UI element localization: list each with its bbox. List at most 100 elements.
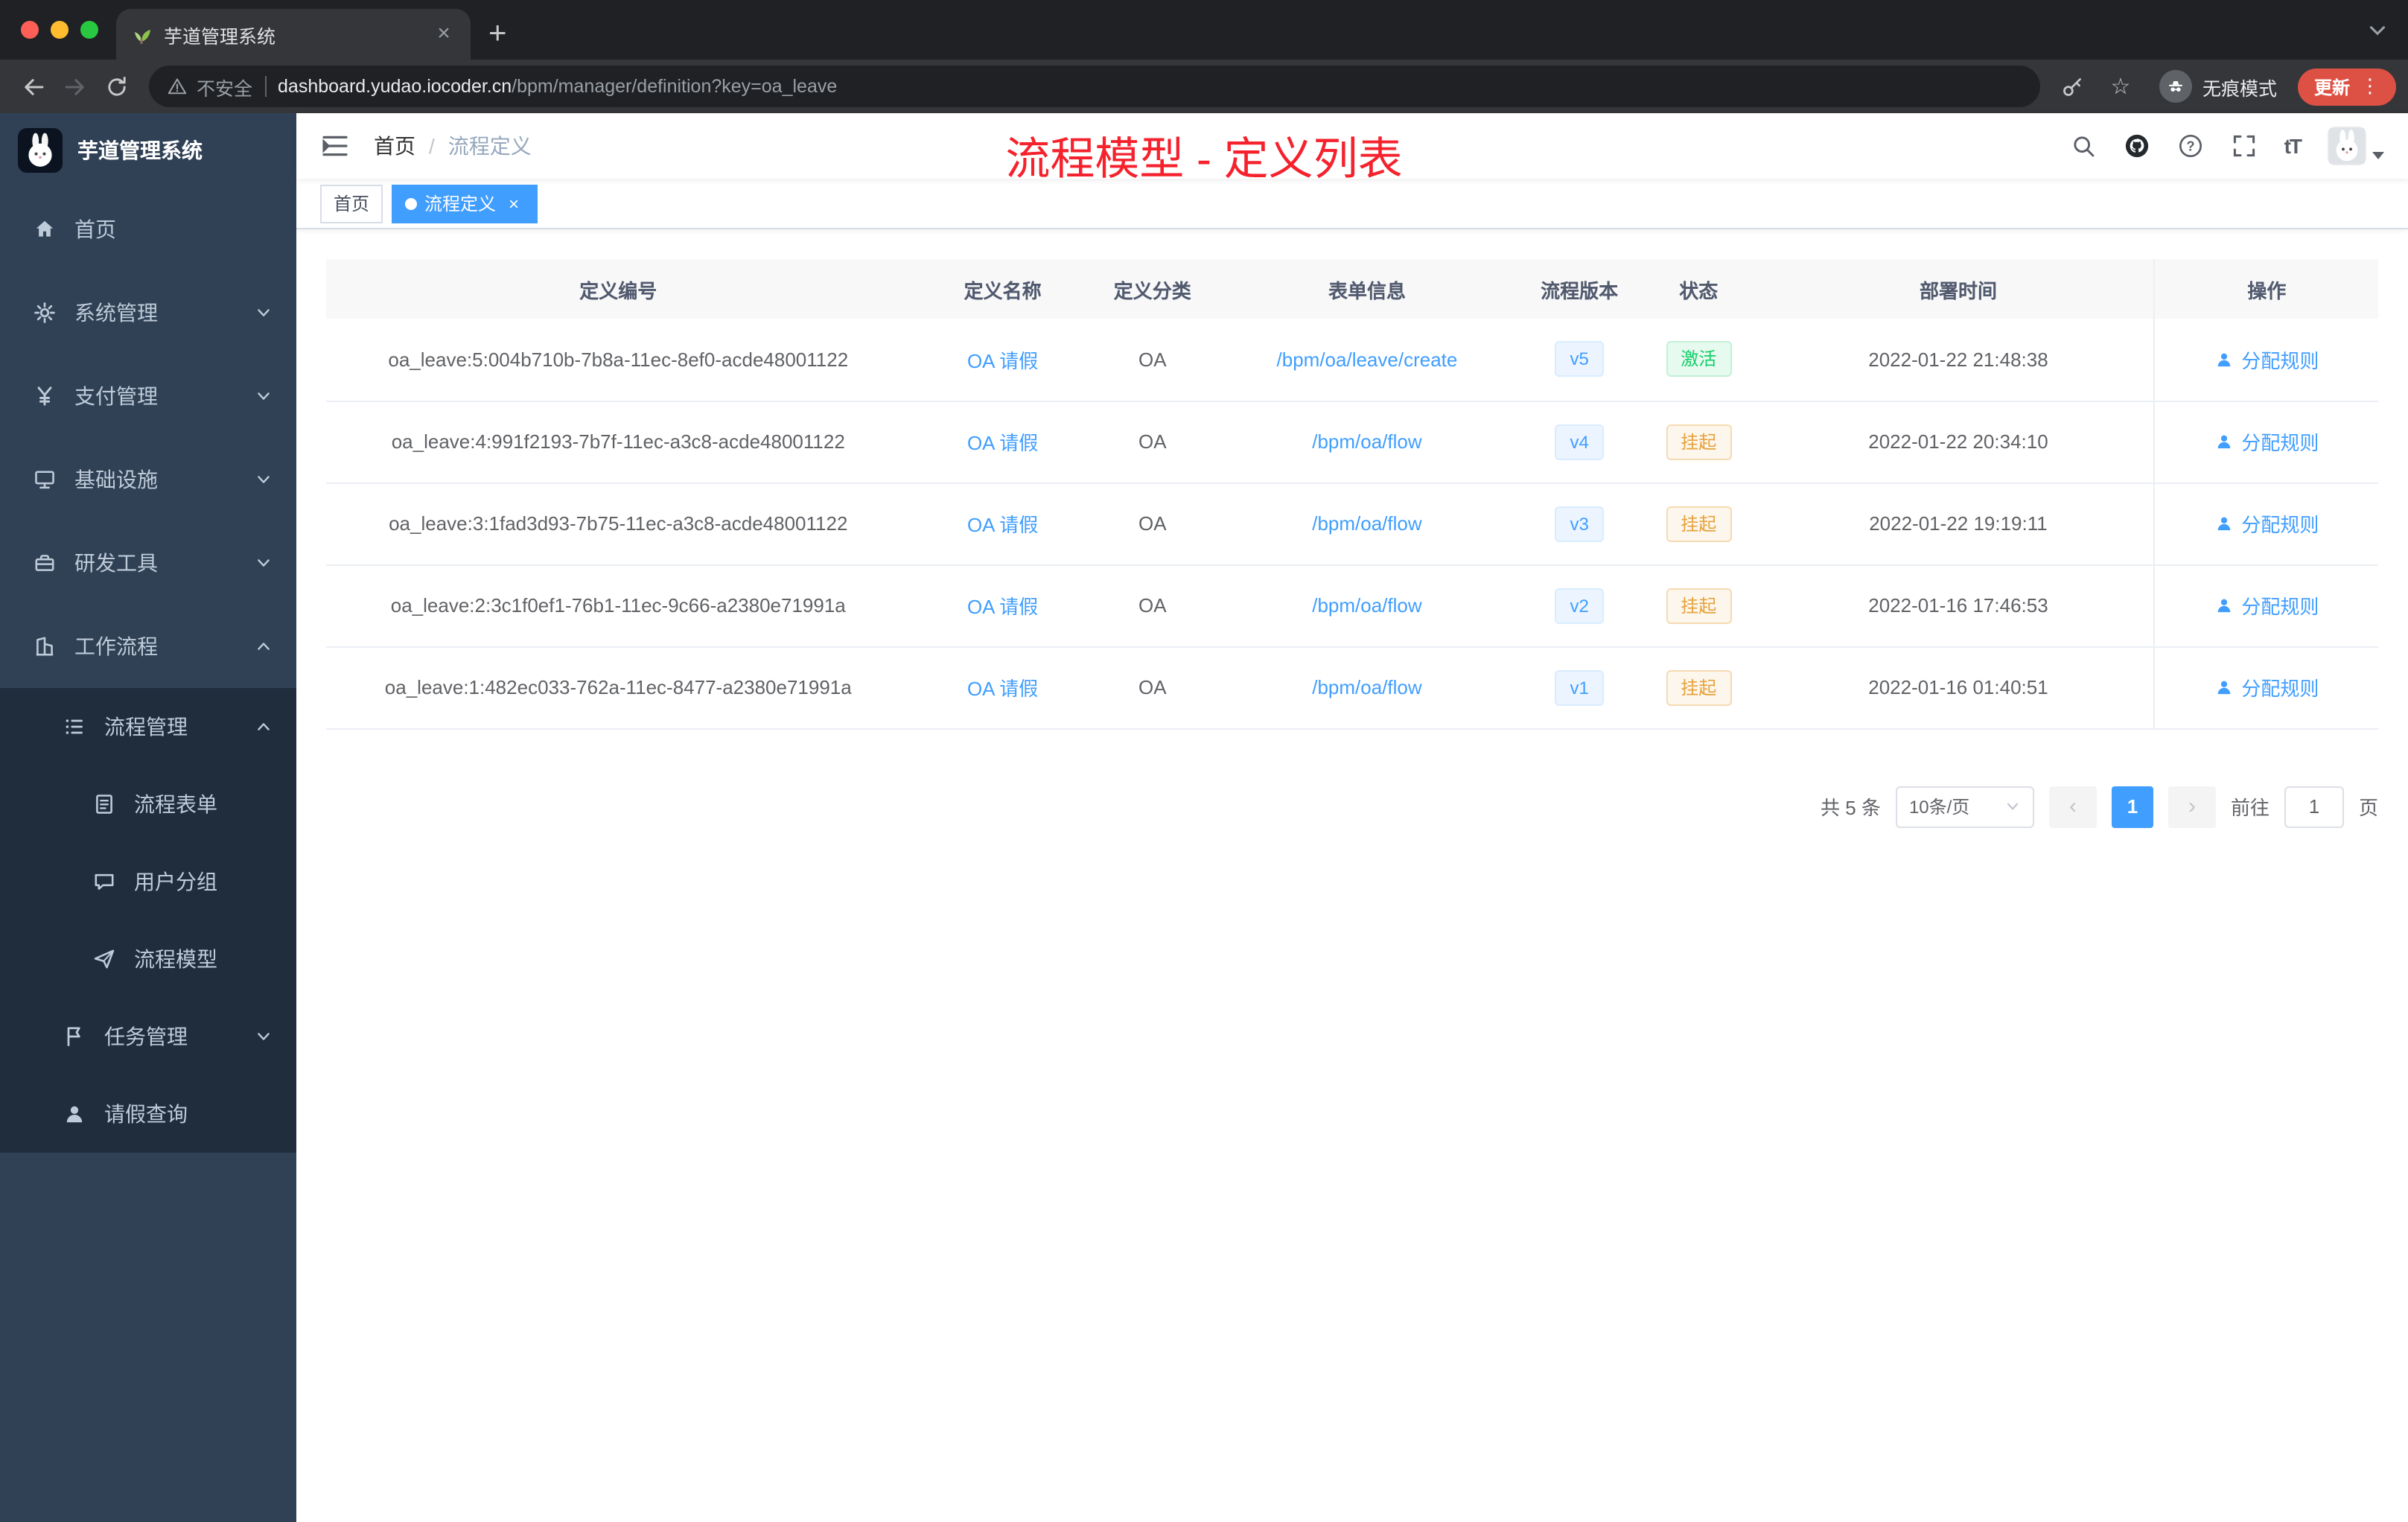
- form-icon: [96, 795, 112, 814]
- cell-action: 分配规则: [2153, 401, 2378, 483]
- definition-name-link[interactable]: OA 请假: [967, 596, 1038, 618]
- fullscreen-icon[interactable]: [2231, 133, 2258, 159]
- column-header-id: 定义编号: [326, 259, 911, 319]
- sidebar-item-基础设施[interactable]: 基础设施: [0, 438, 296, 521]
- goto-label: 前往: [2230, 797, 2270, 819]
- menu-label: 流程表单: [134, 792, 217, 816]
- user-menu[interactable]: [2328, 127, 2384, 165]
- tag-close-icon[interactable]: ×: [503, 193, 524, 214]
- reload-icon[interactable]: [95, 66, 137, 107]
- minimize-window-button[interactable]: [51, 21, 69, 39]
- cell-form-info: /bpm/oa/flow: [1209, 401, 1525, 483]
- form-link[interactable]: /bpm/oa/leave/create: [1277, 348, 1458, 371]
- form-link[interactable]: /bpm/oa/flow: [1312, 512, 1421, 535]
- table-body: oa_leave:5:004b710b-7b8a-11ec-8ef0-acde4…: [326, 319, 2378, 729]
- sidebar-item-支付管理[interactable]: 支付管理: [0, 354, 296, 438]
- definition-name-link[interactable]: OA 请假: [967, 678, 1038, 700]
- sidebar-item-流程表单[interactable]: 流程表单: [0, 765, 296, 843]
- cell-definition-id: oa_leave:2:3c1f0ef1-76b1-11ec-9c66-a2380…: [326, 564, 911, 647]
- breadcrumb-item[interactable]: 首页: [374, 131, 415, 161]
- search-icon[interactable]: [2070, 133, 2097, 159]
- forward-icon[interactable]: [54, 66, 95, 107]
- cell-form-info: /bpm/oa/flow: [1209, 483, 1525, 565]
- update-label: 更新: [2313, 77, 2350, 98]
- url-host: dashboard.yudao.iocoder.cn: [278, 76, 512, 97]
- page-number-1[interactable]: 1: [2111, 786, 2153, 827]
- tab-search-chevron-icon[interactable]: [2365, 0, 2390, 60]
- assign-rule-button[interactable]: 分配规则: [2214, 509, 2319, 538]
- assign-rule-button[interactable]: 分配规则: [2214, 673, 2319, 701]
- table-row: oa_leave:5:004b710b-7b8a-11ec-8ef0-acde4…: [326, 319, 2378, 401]
- menu-label: 用户分组: [134, 870, 217, 894]
- sidebar-item-工作流程[interactable]: 工作流程: [0, 605, 296, 688]
- sidebar-item-流程管理[interactable]: 流程管理: [0, 688, 296, 765]
- form-link[interactable]: /bpm/oa/flow: [1312, 594, 1421, 617]
- tag-首页[interactable]: 首页: [320, 184, 383, 223]
- page-size-select[interactable]: 10条/页: [1895, 786, 2034, 827]
- update-browser-button[interactable]: 更新 ⋮: [2297, 68, 2396, 105]
- cell-definition-name: OA 请假: [910, 401, 1095, 483]
- sidebar-item-用户分组[interactable]: 用户分组: [0, 843, 296, 920]
- definition-name-link[interactable]: OA 请假: [967, 432, 1038, 454]
- sidebar-item-任务管理[interactable]: 任务管理: [0, 998, 296, 1075]
- pagination: 共 5 条 10条/页 ‹ 1 › 前往 页: [326, 786, 2378, 827]
- toolbox-icon: [35, 555, 54, 571]
- url-path: /bpm/manager/definition?key=oa_leave: [512, 76, 838, 97]
- assign-rule-button[interactable]: 分配规则: [2214, 591, 2319, 620]
- kebab-menu-icon[interactable]: ⋮: [2360, 74, 2380, 98]
- new-tab-button[interactable]: +: [471, 9, 525, 60]
- next-page-button[interactable]: ›: [2167, 786, 2216, 827]
- tab-close-icon[interactable]: ×: [432, 22, 456, 46]
- prev-page-button[interactable]: ‹: [2048, 786, 2097, 827]
- form-link[interactable]: /bpm/oa/flow: [1312, 676, 1421, 698]
- sidebar-item-首页[interactable]: 首页: [0, 188, 296, 271]
- cell-status: 激活: [1634, 319, 1763, 401]
- list-icon: [66, 719, 83, 734]
- back-icon[interactable]: [12, 66, 54, 107]
- cell-version: v5: [1524, 319, 1635, 401]
- table-row: oa_leave:4:991f2193-7b7f-11ec-a3c8-acde4…: [326, 401, 2378, 483]
- close-window-button[interactable]: [21, 21, 39, 39]
- column-header-version: 流程版本: [1524, 259, 1635, 319]
- cell-deploy-time: 2022-01-22 20:34:10: [1762, 401, 2155, 483]
- bookmark-star-icon[interactable]: ☆: [2103, 73, 2138, 100]
- sidebar-item-流程模型[interactable]: 流程模型: [0, 920, 296, 998]
- cell-category: OA: [1095, 319, 1210, 401]
- form-link[interactable]: /bpm/oa/flow: [1312, 430, 1421, 453]
- table-row: oa_leave:3:1fad3d93-7b75-11ec-a3c8-acde4…: [326, 483, 2378, 565]
- table-header-row: 定义编号 定义名称 定义分类 表单信息 流程版本 状态 部署时间 操作: [326, 259, 2378, 319]
- hamburger-icon[interactable]: [320, 131, 350, 161]
- definition-name-link[interactable]: OA 请假: [967, 514, 1038, 536]
- cell-definition-id: oa_leave:3:1fad3d93-7b75-11ec-a3c8-acde4…: [326, 483, 911, 565]
- address-bar[interactable]: 不安全 dashboard.yudao.iocoder.cn/bpm/manag…: [149, 66, 2040, 107]
- browser-tab[interactable]: 芋道管理系统 ×: [116, 9, 471, 60]
- tag-label: 流程定义: [424, 194, 497, 214]
- cell-definition-id: oa_leave:1:482ec033-762a-11ec-8477-a2380…: [326, 646, 911, 729]
- favicon-icon: [135, 30, 150, 44]
- cell-action: 分配规则: [2153, 646, 2378, 729]
- column-header-action: 操作: [2153, 259, 2378, 319]
- definition-name-link[interactable]: OA 请假: [967, 350, 1038, 372]
- user-icon: [66, 1106, 83, 1123]
- definition-table: 定义编号 定义名称 定义分类 表单信息 流程版本 状态 部署时间 操作 oa_leave:5:…: [326, 259, 2378, 729]
- sidebar-logo[interactable]: 芋道管理系统: [0, 113, 296, 188]
- tag-流程定义[interactable]: 流程定义 ×: [392, 184, 538, 223]
- status-tag: 挂起: [1666, 424, 1732, 459]
- font-size-icon[interactable]: tT: [2284, 134, 2302, 158]
- assign-rule-button[interactable]: 分配规则: [2214, 346, 2319, 374]
- assign-rule-button[interactable]: 分配规则: [2214, 427, 2319, 456]
- version-tag: v3: [1555, 506, 1604, 541]
- monitor-icon: [35, 471, 54, 489]
- zoom-window-button[interactable]: [80, 21, 98, 39]
- menu-label: 请假查询: [104, 1102, 188, 1126]
- breadcrumb-separator: /: [429, 134, 435, 158]
- sidebar-item-系统管理[interactable]: 系统管理: [0, 271, 296, 354]
- sidebar-item-请假查询[interactable]: 请假查询: [0, 1075, 296, 1153]
- cell-deploy-time: 2022-01-16 01:40:51: [1762, 646, 2155, 729]
- cell-category: OA: [1095, 483, 1210, 565]
- goto-page-input[interactable]: [2284, 786, 2344, 827]
- sidebar-item-研发工具[interactable]: 研发工具: [0, 521, 296, 605]
- github-icon[interactable]: [2124, 133, 2150, 159]
- help-icon[interactable]: ?: [2177, 133, 2204, 159]
- password-key-icon[interactable]: [2052, 66, 2094, 107]
